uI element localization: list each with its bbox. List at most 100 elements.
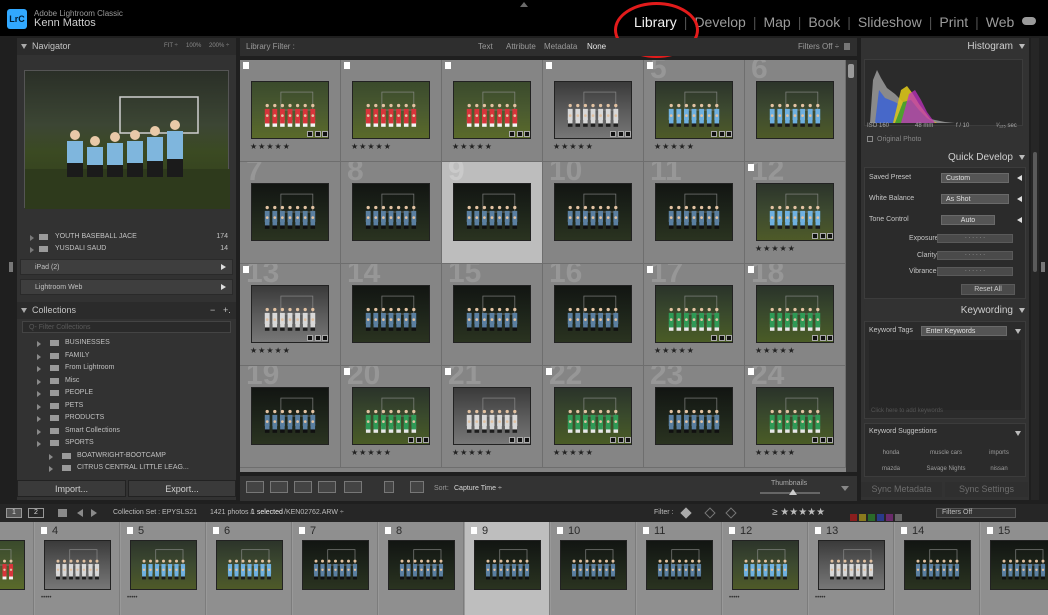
collection-badge-icon[interactable]: [711, 131, 717, 137]
navigator-preview[interactable]: [24, 70, 230, 209]
add-collection-button[interactable]: +.: [223, 302, 231, 319]
sync-metadata-button[interactable]: Sync Metadata: [861, 482, 942, 497]
flag-icon[interactable]: [748, 266, 754, 273]
star-rating[interactable]: ★★★★★: [755, 448, 796, 457]
people-view-icon[interactable]: [344, 481, 362, 493]
collection-item[interactable]: PRODUCTS: [17, 412, 236, 424]
grid-cell[interactable]: 17 ★★★★★: [644, 264, 745, 366]
folder-row[interactable]: YUSDALI SAUD 14: [17, 243, 236, 255]
grid-cell[interactable]: 12 ★★★★★: [745, 162, 846, 264]
collection-item[interactable]: FAMILY: [17, 350, 236, 362]
develop-badge-icon[interactable]: [524, 437, 530, 443]
collapse-arrow-icon[interactable]: [221, 264, 226, 270]
develop-badge-icon[interactable]: [524, 131, 530, 137]
flag-icon[interactable]: [748, 164, 754, 171]
expand-triangle-icon[interactable]: [37, 366, 41, 372]
develop-badge-icon[interactable]: [827, 233, 833, 239]
flag-icon[interactable]: [41, 527, 47, 534]
grid-scroll-thumb[interactable]: [848, 64, 854, 78]
grid-cell[interactable]: ★★★★★: [240, 60, 341, 162]
thumbnail-image[interactable]: [352, 285, 430, 343]
grid-cell[interactable]: 9: [442, 162, 543, 264]
collection-item[interactable]: Smart Collections: [17, 425, 236, 437]
filmstrip-thumbnail[interactable]: [0, 540, 25, 590]
collection-item[interactable]: Misc: [17, 375, 236, 387]
filmstrip-cell[interactable]: 12 •••••: [723, 522, 808, 615]
source-label[interactable]: Collection Set : EPYSLS21: [113, 504, 197, 522]
flag-icon[interactable]: [344, 368, 350, 375]
grid-cell[interactable]: 15: [442, 264, 543, 366]
metadata-badge-icon[interactable]: [719, 131, 725, 137]
star-rating[interactable]: ★★★★★: [755, 244, 796, 253]
metadata-badge-icon[interactable]: [517, 131, 523, 137]
saved-preset-dropdown[interactable]: Custom: [941, 173, 1009, 183]
collections-header[interactable]: Collections − +.: [17, 302, 236, 319]
grid-cell[interactable]: 11: [644, 162, 745, 264]
develop-badge-icon[interactable]: [827, 437, 833, 443]
flag-icon[interactable]: [445, 62, 451, 69]
filter-metadata[interactable]: Metadata: [544, 38, 577, 56]
collection-badge-icon[interactable]: [307, 335, 313, 341]
expand-arrow-icon[interactable]: [1017, 175, 1022, 181]
flag-icon[interactable]: [445, 368, 451, 375]
filmstrip-cell[interactable]: 15: [981, 522, 1048, 615]
loupe-view-icon[interactable]: [270, 481, 288, 493]
expand-triangle-icon[interactable]: [37, 441, 41, 447]
pick-flag-icon[interactable]: [680, 507, 692, 519]
filmstrip-thumbnail[interactable]: [646, 540, 713, 590]
grid-scrollbar[interactable]: [846, 60, 857, 472]
expand-triangle-icon[interactable]: [1015, 329, 1021, 334]
grid-cell[interactable]: ★★★★★: [442, 60, 543, 162]
secondary-display-button[interactable]: 2: [28, 508, 44, 518]
grid-cell[interactable]: 20 ★★★★★: [341, 366, 442, 468]
collection-badge-icon[interactable]: [408, 437, 414, 443]
filmstrip-thumbnail[interactable]: [990, 540, 1048, 590]
red-label-icon[interactable]: [850, 513, 857, 521]
collapse-triangle-icon[interactable]: [1019, 155, 1025, 160]
grid-cell[interactable]: 14: [341, 264, 442, 366]
filmstrip-thumbnail[interactable]: [44, 540, 111, 590]
grid-cell[interactable]: 21 ★★★★★: [442, 366, 543, 468]
histogram-display[interactable]: [864, 59, 1023, 126]
grid-cell[interactable]: 22 ★★★★★: [543, 366, 644, 468]
survey-view-icon[interactable]: [318, 481, 336, 493]
grid-cell[interactable]: ★★★★★: [543, 60, 644, 162]
filmstrip-cell[interactable]: 4 •••••: [35, 522, 120, 615]
grid-cell[interactable]: 7: [240, 162, 341, 264]
clarity-buttons[interactable]: · · · · · ·: [937, 251, 1013, 260]
export-button[interactable]: Export...: [128, 480, 236, 497]
flag-icon[interactable]: [546, 62, 552, 69]
exposure-buttons[interactable]: · · · · · ·: [937, 234, 1013, 243]
metadata-badge-icon[interactable]: [719, 335, 725, 341]
star-rating[interactable]: ★★★★★: [250, 142, 291, 151]
keyword-suggestion[interactable]: nissan: [973, 466, 1025, 472]
vibrance-buttons[interactable]: · · · · · ·: [937, 267, 1013, 276]
module-print[interactable]: Print: [939, 14, 968, 30]
grid-cell[interactable]: 24 ★★★★★: [745, 366, 846, 468]
expand-triangle-icon[interactable]: [37, 428, 41, 435]
grid-cell[interactable]: 23: [644, 366, 745, 468]
expand-triangle-icon[interactable]: [30, 247, 34, 253]
collapse-top-arrow-icon[interactable]: [520, 2, 528, 7]
filmstrip-cell[interactable]: 6: [207, 522, 292, 615]
star-rating[interactable]: ★★★★★: [553, 142, 594, 151]
develop-badge-icon[interactable]: [322, 131, 328, 137]
slider-handle-icon[interactable]: [789, 489, 797, 495]
develop-badge-icon[interactable]: [726, 131, 732, 137]
filmstrip-thumbnail[interactable]: [474, 540, 541, 590]
metadata-badge-icon[interactable]: [315, 131, 321, 137]
filters-off-dropdown[interactable]: Filters Off: [936, 508, 1016, 518]
keyword-suggestion[interactable]: mazda: [865, 466, 917, 472]
collection-badge-icon[interactable]: [509, 131, 515, 137]
navigator-header[interactable]: Navigator FIT ÷ 100% 200% ÷: [17, 38, 236, 55]
flag-icon[interactable]: [815, 527, 821, 534]
keyword-tags-dropdown[interactable]: Enter Keywords: [921, 326, 1007, 336]
blue-label-icon[interactable]: [877, 513, 884, 521]
metadata-badge-icon[interactable]: [820, 233, 826, 239]
expand-triangle-icon[interactable]: [49, 466, 53, 472]
publish-service-ipad[interactable]: iPad (2): [20, 259, 233, 275]
grid-view-icon[interactable]: [246, 481, 264, 493]
flag-icon[interactable]: [643, 527, 649, 534]
thumbnail-image[interactable]: [756, 81, 834, 139]
filmstrip-cell[interactable]: 10: [551, 522, 636, 615]
